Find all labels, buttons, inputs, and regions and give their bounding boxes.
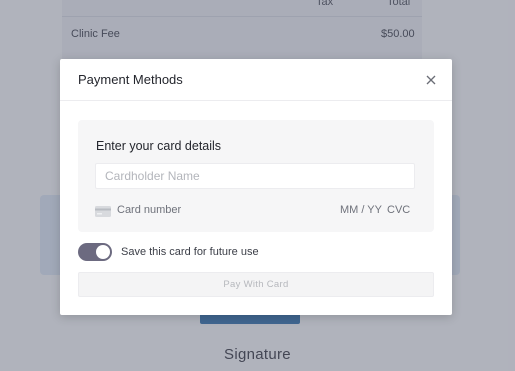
save-card-toggle[interactable]	[78, 243, 112, 261]
cardholder-name-input[interactable]	[95, 163, 415, 189]
card-number-field[interactable]: Card number	[117, 204, 181, 216]
card-details-title: Enter your card details	[96, 139, 222, 153]
credit-card-icon	[95, 206, 111, 217]
toggle-knob	[96, 245, 110, 259]
close-button[interactable]	[422, 71, 440, 89]
payment-methods-modal: Payment Methods Enter your card details …	[60, 59, 452, 315]
card-details-box: Enter your card details Card number MM /…	[78, 120, 434, 232]
pay-with-card-button[interactable]: Pay With Card	[78, 272, 434, 297]
modal-header: Payment Methods	[60, 59, 452, 101]
card-cvc-field[interactable]: CVC	[387, 204, 410, 216]
save-card-label: Save this card for future use	[121, 246, 259, 258]
close-icon	[426, 75, 436, 85]
card-expiry-field[interactable]: MM / YY	[340, 204, 382, 216]
modal-title: Payment Methods	[78, 72, 183, 87]
